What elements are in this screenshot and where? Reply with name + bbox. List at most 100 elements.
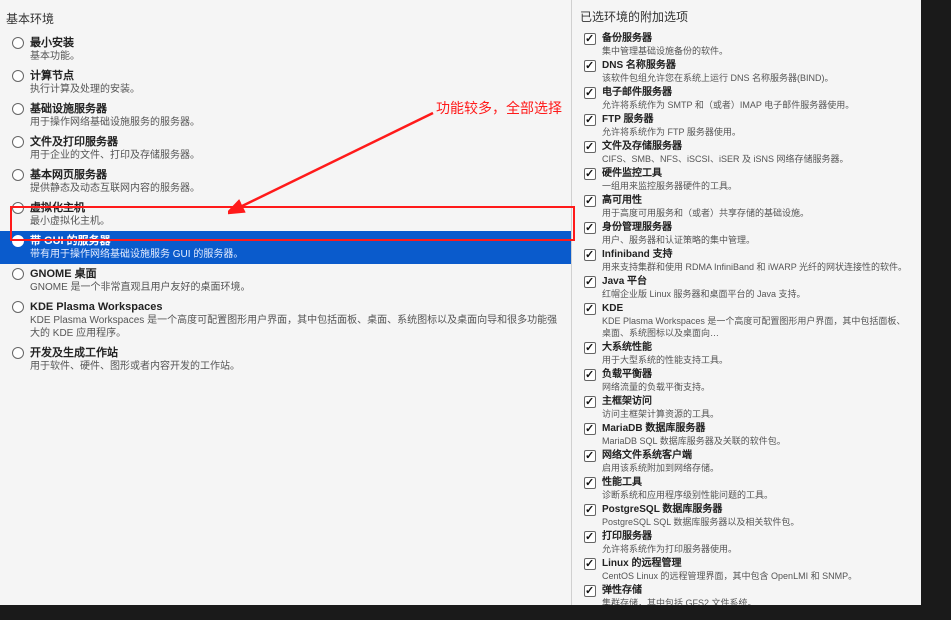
environment-option[interactable]: 带 GUI 的服务器带有用于操作网络基础设施服务 GUI 的服务器。 (0, 231, 571, 264)
addon-text: 主框架访问访问主框架计算资源的工具。 (602, 395, 719, 420)
addon-desc: PostgreSQL SQL 数据库服务器以及相关软件包。 (602, 516, 799, 528)
radio-icon[interactable] (12, 268, 24, 280)
addon-option[interactable]: FTP 服务器允许将系统作为 FTP 服务器使用。 (572, 112, 921, 139)
checkbox-icon[interactable] (584, 60, 596, 72)
radio-icon[interactable] (12, 37, 24, 49)
addon-option[interactable]: KDEKDE Plasma Workspaces 是一个高度可配置图形用户界面，… (572, 301, 921, 340)
environment-option[interactable]: 虚拟化主机最小虚拟化主机。 (0, 198, 571, 231)
addon-option[interactable]: 备份服务器集中管理基础设施备份的软件。 (572, 31, 921, 58)
addon-option[interactable]: 弹性存储集群存储，其中包括 GFS2 文件系统。 (572, 583, 921, 605)
addon-name: Java 平台 (602, 275, 806, 288)
addon-option[interactable]: Infiniband 支持用来支持集群和使用 RDMA InfiniBand 和… (572, 247, 921, 274)
addon-name: 身份管理服务器 (602, 221, 755, 234)
addon-option[interactable]: 高可用性用于高度可用服务和（或者）共享存储的基础设施。 (572, 193, 921, 220)
addon-text: 大系统性能用于大型系统的性能支持工具。 (602, 341, 728, 366)
addon-desc: CIFS、SMB、NFS、iSCSI、iSER 及 iSNS 网络存储服务器。 (602, 153, 849, 165)
radio-icon[interactable] (12, 202, 24, 214)
checkbox-icon[interactable] (584, 585, 596, 597)
environment-option[interactable]: 最小安装基本功能。 (0, 33, 571, 66)
addon-option[interactable]: DNS 名称服务器该软件包组允许您在系统上运行 DNS 名称服务器(BIND)。 (572, 58, 921, 85)
addon-desc: 允许将系统作为 FTP 服务器使用。 (602, 126, 741, 138)
checkbox-icon[interactable] (584, 396, 596, 408)
checkbox-icon[interactable] (584, 114, 596, 126)
addon-option[interactable]: Java 平台红帽企业版 Linux 服务器和桌面平台的 Java 支持。 (572, 274, 921, 301)
addon-text: 性能工具诊断系统和应用程序级别性能问题的工具。 (602, 476, 773, 501)
environment-desc: 最小虚拟化主机。 (30, 215, 110, 228)
radio-icon[interactable] (12, 136, 24, 148)
environment-name: 虚拟化主机 (30, 201, 110, 215)
environment-text: KDE Plasma WorkspacesKDE Plasma Workspac… (30, 300, 563, 340)
addon-option[interactable]: PostgreSQL 数据库服务器PostgreSQL SQL 数据库服务器以及… (572, 502, 921, 529)
radio-icon[interactable] (12, 347, 24, 359)
checkbox-icon[interactable] (584, 87, 596, 99)
environment-desc: GNOME 是一个非常直观且用户友好的桌面环境。 (30, 281, 251, 294)
checkbox-icon[interactable] (584, 558, 596, 570)
addon-desc: 访问主框架计算资源的工具。 (602, 408, 719, 420)
environment-name: 最小安装 (30, 36, 80, 50)
checkbox-icon[interactable] (584, 276, 596, 288)
addon-option[interactable]: 文件及存储服务器CIFS、SMB、NFS、iSCSI、iSER 及 iSNS 网… (572, 139, 921, 166)
addon-desc: 用户、服务器和认证策略的集中管理。 (602, 234, 755, 246)
addon-desc: 启用该系统附加到网络存储。 (602, 462, 719, 474)
addon-option[interactable]: Linux 的远程管理CentOS Linux 的远程管理界面，其中包含 Ope… (572, 556, 921, 583)
checkbox-icon[interactable] (584, 222, 596, 234)
environment-desc: 执行计算及处理的安装。 (30, 83, 140, 96)
environment-name: 基本网页服务器 (30, 168, 200, 182)
addon-name: DNS 名称服务器 (602, 59, 834, 72)
addon-name: 高可用性 (602, 194, 809, 207)
addon-name: 电子邮件服务器 (602, 86, 854, 99)
environment-option[interactable]: 基本网页服务器提供静态及动态互联网内容的服务器。 (0, 165, 571, 198)
environment-desc: 用于企业的文件、打印及存储服务器。 (30, 149, 200, 162)
addon-option[interactable]: 性能工具诊断系统和应用程序级别性能问题的工具。 (572, 475, 921, 502)
addon-name: 网络文件系统客户端 (602, 449, 719, 462)
checkbox-icon[interactable] (584, 369, 596, 381)
environment-list[interactable]: 最小安装基本功能。计算节点执行计算及处理的安装。基础设施服务器用于操作网络基础设… (0, 33, 571, 601)
addon-option[interactable]: 硬件监控工具一组用来监控服务器硬件的工具。 (572, 166, 921, 193)
addon-name: MariaDB 数据库服务器 (602, 422, 786, 435)
checkbox-icon[interactable] (584, 303, 596, 315)
addon-text: PostgreSQL 数据库服务器PostgreSQL SQL 数据库服务器以及… (602, 503, 799, 528)
checkbox-icon[interactable] (584, 531, 596, 543)
checkbox-icon[interactable] (584, 342, 596, 354)
radio-icon[interactable] (12, 103, 24, 115)
addon-desc: 用来支持集群和使用 RDMA InfiniBand 和 iWARP 光纤的网状连… (602, 261, 907, 273)
addon-desc: 用于高度可用服务和（或者）共享存储的基础设施。 (602, 207, 809, 219)
environment-option[interactable]: 文件及打印服务器用于企业的文件、打印及存储服务器。 (0, 132, 571, 165)
environment-option[interactable]: 开发及生成工作站用于软件、硬件、图形或者内容开发的工作站。 (0, 343, 571, 376)
checkbox-icon[interactable] (584, 33, 596, 45)
addon-desc: MariaDB SQL 数据库服务器及关联的软件包。 (602, 435, 786, 447)
addon-option[interactable]: 网络文件系统客户端启用该系统附加到网络存储。 (572, 448, 921, 475)
addon-text: Linux 的远程管理CentOS Linux 的远程管理界面，其中包含 Ope… (602, 557, 857, 582)
radio-icon[interactable] (12, 301, 24, 313)
addon-option[interactable]: 负载平衡器网络流量的负载平衡支持。 (572, 367, 921, 394)
checkbox-icon[interactable] (584, 249, 596, 261)
environment-option[interactable]: GNOME 桌面GNOME 是一个非常直观且用户友好的桌面环境。 (0, 264, 571, 297)
radio-icon[interactable] (12, 235, 24, 247)
radio-icon[interactable] (12, 70, 24, 82)
addon-option[interactable]: MariaDB 数据库服务器MariaDB SQL 数据库服务器及关联的软件包。 (572, 421, 921, 448)
addon-option[interactable]: 身份管理服务器用户、服务器和认证策略的集中管理。 (572, 220, 921, 247)
environment-option[interactable]: KDE Plasma WorkspacesKDE Plasma Workspac… (0, 297, 571, 343)
environment-option[interactable]: 基础设施服务器用于操作网络基础设施服务的服务器。 (0, 99, 571, 132)
checkbox-icon[interactable] (584, 168, 596, 180)
addon-option[interactable]: 主框架访问访问主框架计算资源的工具。 (572, 394, 921, 421)
addon-text: 备份服务器集中管理基础设施备份的软件。 (602, 32, 728, 57)
addon-list[interactable]: 备份服务器集中管理基础设施备份的软件。DNS 名称服务器该软件包组允许您在系统上… (572, 31, 921, 605)
checkbox-icon[interactable] (584, 195, 596, 207)
addon-name: 主框架访问 (602, 395, 719, 408)
environment-option[interactable]: 计算节点执行计算及处理的安装。 (0, 66, 571, 99)
addon-option[interactable]: 打印服务器允许将系统作为打印服务器使用。 (572, 529, 921, 556)
addon-option[interactable]: 大系统性能用于大型系统的性能支持工具。 (572, 340, 921, 367)
checkbox-icon[interactable] (584, 423, 596, 435)
addon-name: 弹性存储 (602, 584, 757, 597)
checkbox-icon[interactable] (584, 504, 596, 516)
addon-text: DNS 名称服务器该软件包组允许您在系统上运行 DNS 名称服务器(BIND)。 (602, 59, 834, 84)
checkbox-icon[interactable] (584, 141, 596, 153)
checkbox-icon[interactable] (584, 450, 596, 462)
radio-icon[interactable] (12, 169, 24, 181)
addon-name: Infiniband 支持 (602, 248, 907, 261)
addon-desc: 用于大型系统的性能支持工具。 (602, 354, 728, 366)
addon-option[interactable]: 电子邮件服务器允许将系统作为 SMTP 和（或者）IMAP 电子邮件服务器使用。 (572, 85, 921, 112)
checkbox-icon[interactable] (584, 477, 596, 489)
addon-text: 文件及存储服务器CIFS、SMB、NFS、iSCSI、iSER 及 iSNS 网… (602, 140, 849, 165)
